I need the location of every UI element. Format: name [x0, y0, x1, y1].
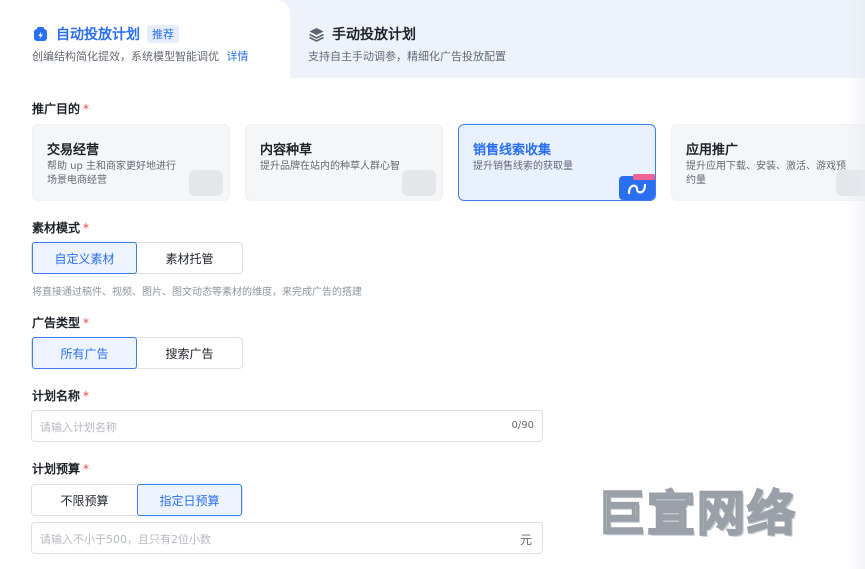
budget-placeholder: 请输入不小于500，且只有2位小数 [40, 533, 211, 546]
adtype-label: 广告类型 * [32, 316, 90, 330]
tab-auto-subtitle: 创编结构简化提效，系统模型智能调优 [32, 50, 219, 63]
plan-name-label: 计划名称 * [32, 389, 90, 403]
tab-manual-subtitle: 支持自主手动调参，精细化广告投放配置 [308, 50, 506, 63]
tab-manual-title: 手动投放计划 [332, 27, 416, 43]
material-mode-switch: 自定义素材 素材托管 [31, 242, 243, 274]
budget-unit: 元 [519, 533, 532, 547]
budget-input[interactable]: 请输入不小于500，且只有2位小数 元 [31, 522, 543, 554]
budget-unlimited-option[interactable]: 不限预算 [32, 485, 137, 515]
shopping-bag-icon [189, 170, 223, 196]
layers-icon [308, 26, 325, 43]
material-custom-option[interactable]: 自定义素材 [32, 242, 138, 274]
char-counter: 0/90 [511, 420, 534, 431]
material-label: 素材模式 * [32, 221, 90, 235]
adtype-all-option[interactable]: 所有广告 [32, 337, 138, 369]
plan-name-placeholder: 请输入计划名称 [40, 421, 117, 434]
goal-card-leads[interactable]: 销售线索收集 提升销售线索的获取量 [458, 124, 656, 201]
goal-card-app[interactable]: 应用推广 提升应用下载、安装、激活、游戏预约量 [671, 124, 865, 201]
recommend-badge: 推荐 [147, 25, 179, 43]
goal-card-trade[interactable]: 交易经营 帮助 up 主和商家更好地进行 场景电商经营 [32, 124, 230, 201]
plan-name-input[interactable]: 请输入计划名称 0/90 [31, 410, 543, 442]
budget-switch: 不限预算 指定日预算 [31, 484, 243, 516]
brand-watermark: 巨宣网络 [596, 485, 798, 543]
goal-label: 推广目的 * [32, 102, 90, 116]
tab-auto-plan[interactable]: 自动投放计划 推荐 创编结构简化提效，系统模型智能调优 详情 [0, 0, 290, 78]
plan-type-tabs: 自动投放计划 推荐 创编结构简化提效，系统模型智能调优 详情 手动投放计划 支持… [0, 0, 865, 78]
material-hosted-option[interactable]: 素材托管 [137, 243, 242, 273]
budget-label: 计划预算 * [32, 462, 90, 476]
auto-plan-icon [32, 26, 49, 43]
details-link[interactable]: 详情 [227, 50, 249, 63]
budget-daily-option[interactable]: 指定日预算 [136, 484, 242, 516]
folder-icon [619, 174, 655, 200]
material-hint: 将直接通过稿件、视频、图片、图文动态等素材的维度，来完成广告的搭建 [32, 287, 362, 298]
adtype-switch: 所有广告 搜索广告 [31, 337, 243, 369]
adtype-search-option[interactable]: 搜索广告 [137, 338, 242, 368]
tab-manual-plan[interactable]: 手动投放计划 支持自主手动调参，精细化广告投放配置 [290, 0, 865, 78]
goal-card-content[interactable]: 内容种草 提升品牌在站内的种草人群心智 [245, 124, 443, 201]
tab-auto-title: 自动投放计划 [56, 27, 140, 43]
sprout-icon [402, 170, 436, 196]
edge-shade [845, 0, 865, 569]
